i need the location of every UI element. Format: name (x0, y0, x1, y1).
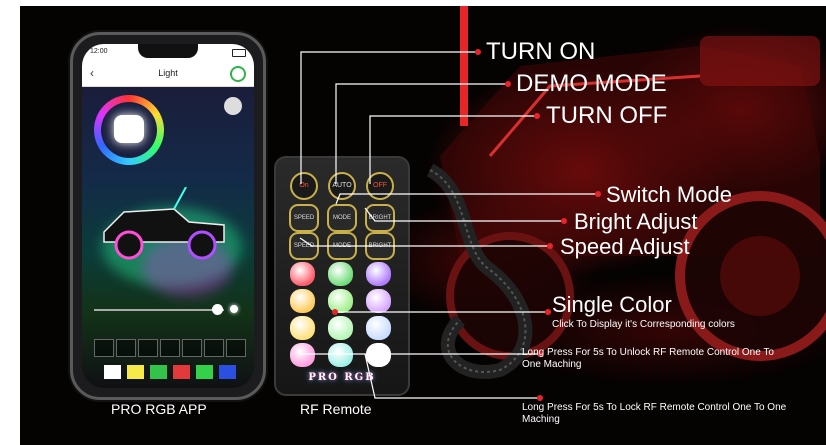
callout-single-color-sub: Click To Display it's Corresponding colo… (552, 319, 735, 330)
product-banner: 12:00 ‹ Light PRO RGB APP On AUTO OFF SP… (0, 0, 826, 445)
callout-speed-adjust: Speed Adjust (560, 234, 690, 259)
callout-line-turn-on (300, 51, 478, 184)
callout-line-speed-adjust (299, 237, 550, 247)
callout-line-demo-mode (335, 83, 508, 184)
callout-bright-adjust: Bright Adjust (574, 209, 698, 234)
callout-line-bright-adjust (364, 207, 564, 222)
callout-lines (299, 49, 601, 401)
callout-lock-note: Long Press For 5s To Lock RF Remote Cont… (522, 402, 787, 425)
phone-notch (138, 44, 198, 58)
callout-turn-on: TURN ON (486, 38, 596, 65)
callout-switch-mode: Switch Mode (606, 182, 732, 207)
callout-line-switch-mode (335, 193, 598, 205)
callout-single-color: Single Color (552, 292, 672, 317)
callout-line-lock (364, 353, 540, 399)
callout-unlock-note: Long Press For 5s To Unlock RF Remote Co… (522, 347, 774, 370)
callout-demo-mode: DEMO MODE (516, 70, 667, 97)
callout-turn-off: TURN OFF (546, 102, 668, 129)
callout-line-turn-off (369, 115, 537, 184)
